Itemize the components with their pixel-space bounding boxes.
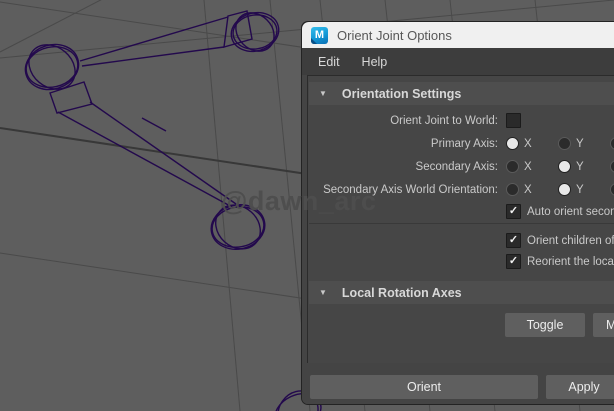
check-icon: ✓ (508, 204, 519, 217)
menubar: Edit Help (302, 48, 614, 75)
reorient-local-row: ✓ Reorient the local (309, 253, 614, 270)
radio-label: X (524, 160, 532, 173)
section-header-orientation-settings[interactable]: ▼ Orientation Settings (309, 82, 614, 105)
field-label: Secondary Axis: (415, 160, 498, 173)
window-title: Orient Joint Options (337, 27, 452, 43)
primary-axis-row: Primary Axis: X Y (309, 135, 614, 152)
checkbox-label: Orient children of (527, 234, 614, 247)
auto-orient-checkbox[interactable]: ✓ (506, 204, 521, 219)
field-label: Orient Joint to World: (390, 114, 498, 127)
maya-logo-letter: M (314, 28, 325, 41)
radio-label: X (524, 183, 532, 196)
dialog-footer: Orient Apply (302, 363, 614, 404)
orient-children-row: ✓ Orient children of (309, 232, 614, 249)
toggle-axes-button[interactable]: Toggle (505, 313, 585, 337)
secondary-axis-world-orientation-row: Secondary Axis World Orientation: X Y (309, 181, 614, 198)
local-axes-second-button-clipped[interactable]: M (593, 313, 614, 337)
field-label: Primary Axis: (430, 137, 498, 150)
radio-label: Y (576, 183, 584, 196)
radio-label: X (524, 137, 532, 150)
menu-edit[interactable]: Edit (313, 55, 345, 69)
window-titlebar[interactable]: M Orient Joint Options (302, 22, 614, 48)
orient-joint-to-world-checkbox[interactable] (506, 113, 521, 128)
auto-orient-row: ✓ Auto orient secon (309, 203, 614, 220)
maya-screenshot: M Orient Joint Options Edit Help ▼ Orien… (0, 0, 614, 411)
separator-line (309, 223, 614, 224)
orient-children-checkbox[interactable]: ✓ (506, 233, 521, 248)
collapse-arrow-icon: ▼ (319, 88, 327, 98)
secondary-axis-y-radio[interactable] (558, 160, 571, 173)
primary-axis-x-radio[interactable] (506, 137, 519, 150)
orient-button[interactable]: Orient (310, 375, 538, 399)
primary-axis-z-radio-clipped[interactable] (610, 137, 614, 150)
reorient-local-checkbox[interactable]: ✓ (506, 254, 521, 269)
world-orientation-y-radio[interactable] (558, 183, 571, 196)
secondary-axis-x-radio[interactable] (506, 160, 519, 173)
section-title: Local Rotation Axes (341, 285, 462, 300)
maya-logo-icon: M (311, 26, 328, 44)
orient-joint-options-window: M Orient Joint Options Edit Help ▼ Orien… (301, 21, 614, 405)
check-icon: ✓ (508, 254, 519, 267)
secondary-axis-z-radio-clipped[interactable] (610, 160, 614, 173)
primary-axis-y-radio[interactable] (558, 137, 571, 150)
secondary-axis-row: Secondary Axis: X Y (309, 158, 614, 175)
world-orientation-z-radio-clipped[interactable] (610, 183, 614, 196)
section-header-local-rotation-axes[interactable]: ▼ Local Rotation Axes (309, 281, 614, 304)
check-icon: ✓ (508, 233, 519, 246)
menu-help[interactable]: Help (357, 55, 393, 69)
options-scroll-area: ▼ Orientation Settings Orient Joint to W… (307, 75, 614, 365)
section-title: Orientation Settings (341, 86, 462, 101)
field-label: Secondary Axis World Orientation: (323, 183, 498, 196)
apply-button[interactable]: Apply (546, 375, 614, 399)
orient-joint-to-world-row: Orient Joint to World: (309, 112, 614, 129)
checkbox-label: Reorient the local (527, 255, 614, 268)
world-orientation-x-radio[interactable] (506, 183, 519, 196)
radio-label: Y (576, 137, 584, 150)
checkbox-label: Auto orient secon (527, 205, 614, 218)
collapse-arrow-icon: ▼ (319, 287, 327, 297)
radio-label: Y (576, 160, 584, 173)
